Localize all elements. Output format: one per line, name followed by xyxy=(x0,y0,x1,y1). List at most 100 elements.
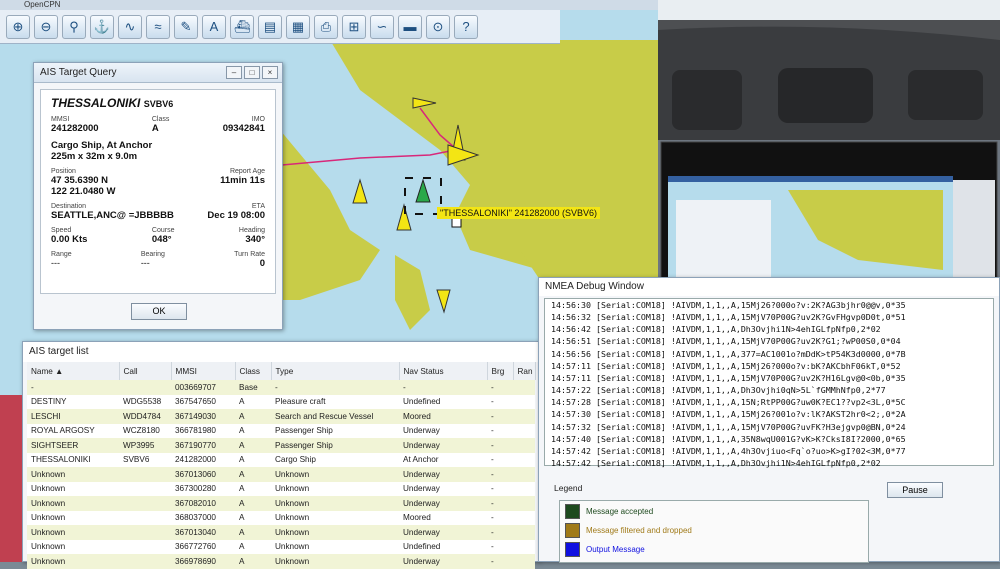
text-icon[interactable]: A xyxy=(202,14,226,39)
table-row[interactable]: Unknown 367082010 A Unknown Underway - xyxy=(27,496,535,511)
nmea-line: 14:57:30 [Serial:COM18] !AIVDM,1,1,,A,15… xyxy=(551,409,906,420)
table-row[interactable]: SIGHTSEER WP3995 367190770 A Passenger Ship U… xyxy=(27,438,535,453)
bearing-label: Bearing xyxy=(140,251,165,258)
table-row[interactable]: Unknown 367013060 A Unknown Underway - xyxy=(27,467,535,482)
table-cell: Unknown xyxy=(27,525,119,540)
imo-label: IMO xyxy=(251,116,265,123)
nmea-line: 14:56:56 [Serial:COM18] !AIVDM,1,1,,A,37… xyxy=(551,348,906,359)
table-cell: Unknown xyxy=(271,554,399,569)
table-cell: At Anchor xyxy=(399,452,487,467)
column-header[interactable]: Name ▲ xyxy=(27,362,120,380)
table-row[interactable]: Unknown 367300280 A Unknown Underway - xyxy=(27,481,535,496)
layers-icon[interactable]: ▤ xyxy=(258,14,282,39)
column-header[interactable]: Call xyxy=(119,362,172,380)
ship-type: Cargo Ship, At Anchor xyxy=(51,140,153,151)
app-title: OpenCPN xyxy=(0,0,658,10)
maximize-button[interactable]: □ xyxy=(244,66,260,79)
table-row[interactable]: Unknown 367013040 A Unknown Underway - xyxy=(27,525,535,540)
nmea-line: 14:56:32 [Serial:COM18] !AIVDM,1,1,,A,15… xyxy=(551,312,906,323)
route-icon[interactable]: ∿ xyxy=(118,14,142,39)
pause-button[interactable]: Pause xyxy=(887,482,943,498)
table-row[interactable]: THESSALONIKI SVBV6 241282000 A Cargo Ship At … xyxy=(27,452,535,467)
grid-icon[interactable]: ⊞ xyxy=(342,14,366,39)
legend-item: Message accepted xyxy=(565,504,653,519)
table-cell xyxy=(513,394,535,409)
anchor-icon[interactable]: ⚓ xyxy=(90,14,114,39)
tools-icon[interactable]: ✎ xyxy=(174,14,198,39)
minimize-button[interactable]: – xyxy=(226,66,242,79)
column-header[interactable]: Class xyxy=(235,362,272,380)
query-body: THESSALONIKI SVBV6 MMSI 241282000 Class A … xyxy=(40,89,276,294)
zoom-out-icon[interactable]: ⊖ xyxy=(34,14,58,39)
ship-icon[interactable]: ⛴ xyxy=(230,14,254,39)
ais-target-list-window: AIS target list Name ▲ Call MMSI Class Type N… xyxy=(22,341,540,569)
heading-label: Heading xyxy=(238,227,265,234)
center-icon[interactable]: ⊙ xyxy=(426,14,450,39)
column-header[interactable]: Ran xyxy=(513,362,536,380)
table-cell xyxy=(513,539,535,554)
background-photo-edge xyxy=(0,395,22,562)
table-cell: Underway xyxy=(399,423,487,438)
table-cell xyxy=(513,380,535,395)
nmea-log[interactable]: 14:56:30 [Serial:COM18] !AIVDM,1,1,,A,15… xyxy=(544,298,994,468)
eta-label: ETA xyxy=(251,203,265,210)
table-row[interactable]: Unknown 366772760 A Unknown Undefined - xyxy=(27,539,535,554)
table-cell: Passenger Ship xyxy=(271,438,399,453)
nmea-line: 14:57:32 [Serial:COM18] !AIVDM,1,1,,A,15… xyxy=(551,421,906,432)
callsign: SVBV6 xyxy=(143,99,174,109)
table-cell: Base xyxy=(235,380,271,395)
track-icon[interactable]: ∽ xyxy=(370,14,394,39)
column-header[interactable]: MMSI xyxy=(171,362,236,380)
table-cell xyxy=(513,467,535,482)
table-row[interactable]: Unknown 368037000 A Unknown Moored - xyxy=(27,510,535,525)
table-cell: - xyxy=(487,423,513,438)
table-cell: 241282000 xyxy=(171,452,235,467)
column-header[interactable]: Type xyxy=(271,362,400,380)
table-cell xyxy=(119,510,171,525)
table-row[interactable]: -003669707 Base - - - xyxy=(27,380,535,395)
table-row[interactable]: DESTINY WDG5538 367547650 A Pleasure craft Un… xyxy=(27,394,535,409)
table-cell: Cargo Ship xyxy=(271,452,399,467)
table-cell: A xyxy=(235,467,271,482)
position-label: Position xyxy=(51,168,76,175)
mmsi-value: 241282000 xyxy=(51,123,99,134)
legend-item: Output Message xyxy=(565,542,645,557)
table-row[interactable]: Unknown 366978690 A Unknown Underway - xyxy=(27,554,535,569)
speed: 0.00 Kts xyxy=(51,234,88,245)
legend-text: Output Message xyxy=(586,545,645,554)
close-button[interactable]: × xyxy=(262,66,278,79)
ais-target-icon xyxy=(436,289,451,314)
table-row[interactable]: LESCHI WDD4784 367149030 A Search and Rescue… xyxy=(27,409,535,424)
column-header[interactable]: Brg xyxy=(487,362,514,380)
ok-button[interactable]: OK xyxy=(131,303,187,320)
tide-icon[interactable]: ≈ xyxy=(146,14,170,39)
heading: 340° xyxy=(245,234,265,245)
column-header[interactable]: Nav Status xyxy=(399,362,488,380)
table-row[interactable]: ROYAL ARGOSY WCZ8180 366781980 A Passenger S… xyxy=(27,423,535,438)
table-cell: - xyxy=(487,380,513,395)
table-cell: Unknown xyxy=(27,539,119,554)
legend-swatch xyxy=(565,504,580,519)
settings-icon[interactable]: ▬ xyxy=(398,14,422,39)
nmea-line: 14:57:42 [Serial:COM18] !AIVDM,1,1,,A,4h… xyxy=(551,445,906,456)
table-cell: - xyxy=(487,554,513,569)
print-icon[interactable]: ⎙ xyxy=(314,14,338,39)
zoom-in-icon[interactable]: ⊕ xyxy=(6,14,30,39)
table-cell xyxy=(513,409,535,424)
table-cell: - xyxy=(399,380,487,395)
table-cell: 367082010 xyxy=(171,496,235,511)
table-cell xyxy=(513,452,535,467)
track-line xyxy=(281,149,456,166)
table-cell xyxy=(513,481,535,496)
table-cell xyxy=(119,525,171,540)
table-cell: SVBV6 xyxy=(119,452,171,467)
table-cell: - xyxy=(487,409,513,424)
table-cell: Underway xyxy=(399,554,487,569)
help-icon[interactable]: ? xyxy=(454,14,478,39)
nmea-line: 14:57:40 [Serial:COM18] !AIVDM,1,1,,A,35… xyxy=(551,433,906,444)
chart-icon[interactable]: ▦ xyxy=(286,14,310,39)
report-age-label: Report Age xyxy=(229,168,265,175)
table-cell xyxy=(119,467,171,482)
range: --- xyxy=(51,258,60,268)
filter-icon[interactable]: ⚲ xyxy=(62,14,86,39)
